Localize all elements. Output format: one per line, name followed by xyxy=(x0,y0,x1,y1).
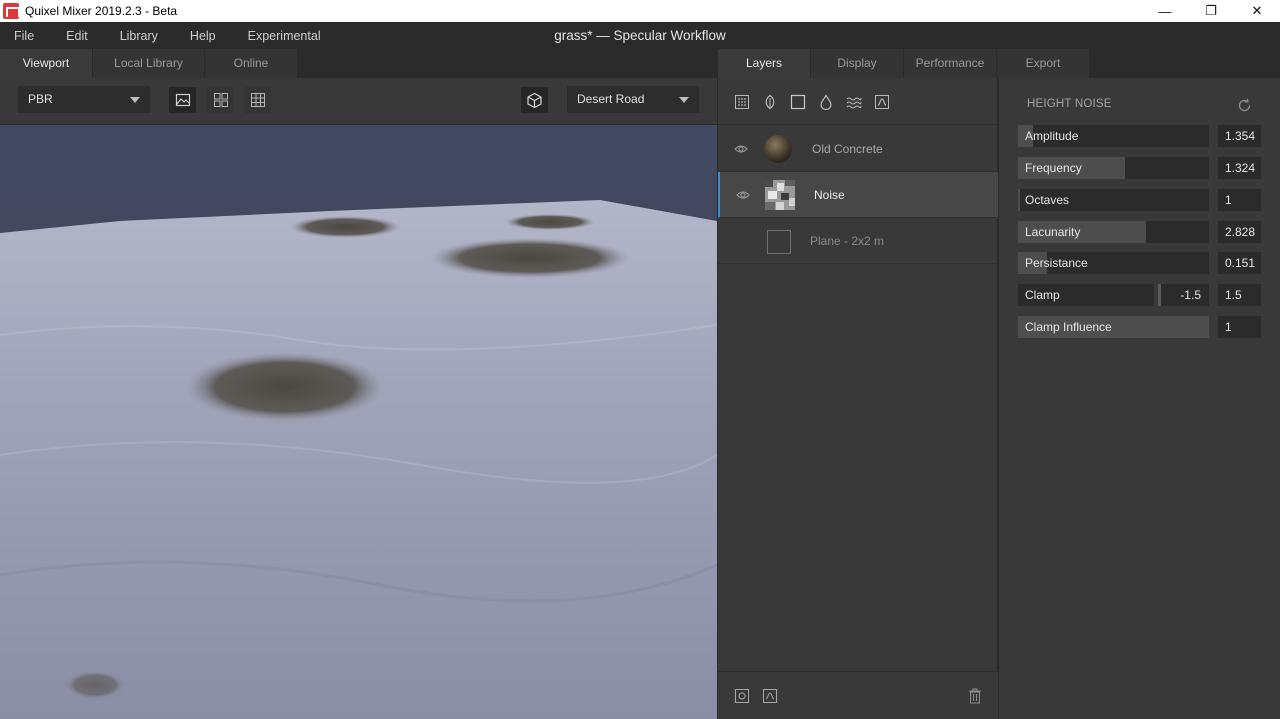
amplitude-value-field[interactable]: 1.354 xyxy=(1218,125,1261,147)
prop-frequency: Frequency 1.324 xyxy=(1018,157,1262,179)
plane-thumbnail xyxy=(767,230,791,254)
layer-name: Plane - 2x2 m xyxy=(810,234,885,248)
prop-label: Octaves xyxy=(1025,193,1070,207)
tab-export[interactable]: Export xyxy=(997,49,1090,78)
surface-layer-icon[interactable] xyxy=(734,94,750,110)
viewport-render xyxy=(0,125,717,719)
layer-name: Noise xyxy=(814,188,845,202)
amplitude-slider[interactable]: Amplitude xyxy=(1018,125,1209,147)
slider-fill xyxy=(1018,189,1020,211)
prop-clamp-influence: Clamp Influence 1 xyxy=(1018,316,1262,338)
menu-help[interactable]: Help xyxy=(190,29,216,43)
environment-value: Desert Road xyxy=(577,92,645,106)
close-button[interactable]: ✕ xyxy=(1234,0,1280,22)
layers-panel: Old Concrete Noise Plane - 2x2 m xyxy=(718,78,998,719)
layer-row-noise[interactable]: Noise xyxy=(718,172,998,218)
window-titlebar: Quixel Mixer 2019.2.3 - Beta — ❐ ✕ xyxy=(0,0,1280,22)
prop-label: Clamp Influence xyxy=(1025,320,1112,334)
viewport-toolbar: PBR Desert Road xyxy=(0,78,717,125)
environment-dropdown[interactable]: Desert Road xyxy=(567,86,699,113)
clamp-influence-slider[interactable]: Clamp Influence xyxy=(1018,316,1209,338)
octaves-slider[interactable]: Octaves xyxy=(1018,189,1209,211)
frequency-slider[interactable]: Frequency xyxy=(1018,157,1209,179)
solid-layer-icon[interactable] xyxy=(790,94,806,110)
lacunarity-value-field[interactable]: 2.828 xyxy=(1218,221,1261,243)
menu-experimental[interactable]: Experimental xyxy=(248,29,321,43)
clamp-max-field[interactable]: 1.5 xyxy=(1218,284,1261,306)
smart-material-icon[interactable] xyxy=(874,94,890,110)
noise-thumbnail xyxy=(765,180,795,210)
clamp-slider[interactable]: Clamp xyxy=(1018,284,1154,306)
clamp-min-field[interactable]: -1.5 xyxy=(1158,284,1209,306)
prop-label: Persistance xyxy=(1025,256,1088,270)
grid-toggle-button[interactable] xyxy=(244,87,271,113)
layer-row-old-concrete[interactable]: Old Concrete xyxy=(718,126,998,172)
3d-viewport[interactable] xyxy=(0,125,717,719)
image-view-icon xyxy=(175,93,190,107)
window-title: Quixel Mixer 2019.2.3 - Beta xyxy=(25,4,178,18)
tab-viewport[interactable]: Viewport xyxy=(0,49,93,78)
left-tab-bar: Viewport Local Library Online xyxy=(0,49,717,78)
right-tab-bar: Layers Display Performance Export xyxy=(718,49,1280,78)
prop-label: Lacunarity xyxy=(1025,225,1081,239)
menu-bar: File Edit Library Help Experimental gras… xyxy=(0,22,1280,49)
lacunarity-slider[interactable]: Lacunarity xyxy=(1018,221,1209,243)
cube-icon xyxy=(527,92,542,108)
prop-amplitude: Amplitude 1.354 xyxy=(1018,125,1262,147)
grid-2x2-icon xyxy=(213,93,228,107)
persistance-slider[interactable]: Persistance xyxy=(1018,252,1209,274)
eye-icon[interactable] xyxy=(736,189,750,201)
properties-header: HEIGHT NOISE xyxy=(1027,98,1112,110)
octaves-value-field[interactable]: 1 xyxy=(1218,189,1261,211)
single-view-button[interactable] xyxy=(169,87,196,113)
properties-panel: HEIGHT NOISE Amplitude 1.354 Frequency 1… xyxy=(999,78,1280,719)
mesh-preview-button[interactable] xyxy=(521,87,548,113)
add-modifier-icon[interactable] xyxy=(762,688,778,704)
prop-lacunarity: Lacunarity 2.828 xyxy=(1018,221,1262,243)
layers-footer xyxy=(718,671,998,719)
quad-view-button[interactable] xyxy=(207,87,234,113)
prop-octaves: Octaves 1 xyxy=(1018,189,1262,211)
window-controls: — ❐ ✕ xyxy=(1142,0,1280,22)
frequency-value-field[interactable]: 1.324 xyxy=(1218,157,1261,179)
layers-toolbar xyxy=(718,78,998,125)
waves-icon[interactable] xyxy=(846,94,862,110)
prop-persistance: Persistance 0.151 xyxy=(1018,252,1262,274)
shading-mode-value: PBR xyxy=(28,92,53,106)
menu-edit[interactable]: Edit xyxy=(66,29,88,43)
chevron-down-icon xyxy=(130,97,140,103)
tab-layers[interactable]: Layers xyxy=(718,49,811,78)
prop-label: Clamp xyxy=(1025,288,1060,302)
material-thumbnail xyxy=(764,135,792,163)
prop-clamp: Clamp -1.5 1.5 xyxy=(1018,284,1262,306)
tab-local-library[interactable]: Local Library xyxy=(93,49,205,78)
prop-label: Frequency xyxy=(1025,161,1082,175)
clamp-influence-value-field[interactable]: 1 xyxy=(1218,316,1261,338)
reset-icon[interactable] xyxy=(1237,98,1252,113)
persistance-value-field[interactable]: 0.151 xyxy=(1218,252,1261,274)
leaf-icon[interactable] xyxy=(762,94,778,110)
menu-library[interactable]: Library xyxy=(120,29,158,43)
minimize-button[interactable]: — xyxy=(1142,0,1188,22)
add-mask-icon[interactable] xyxy=(734,688,750,704)
eye-icon[interactable] xyxy=(734,143,748,155)
chevron-down-icon xyxy=(679,97,689,103)
tab-online[interactable]: Online xyxy=(205,49,298,78)
paint-drop-icon[interactable] xyxy=(818,94,834,110)
menu-file[interactable]: File xyxy=(14,29,34,43)
trash-icon[interactable] xyxy=(967,688,983,704)
shading-mode-dropdown[interactable]: PBR xyxy=(18,86,150,113)
layer-row-plane[interactable]: Plane - 2x2 m xyxy=(718,218,998,264)
tab-performance[interactable]: Performance xyxy=(904,49,997,78)
tab-display[interactable]: Display xyxy=(811,49,904,78)
grid-icon xyxy=(250,93,265,107)
layer-name: Old Concrete xyxy=(812,142,883,156)
prop-label: Amplitude xyxy=(1025,129,1079,143)
app-logo-icon xyxy=(3,3,20,19)
restore-button[interactable]: ❐ xyxy=(1188,0,1234,22)
